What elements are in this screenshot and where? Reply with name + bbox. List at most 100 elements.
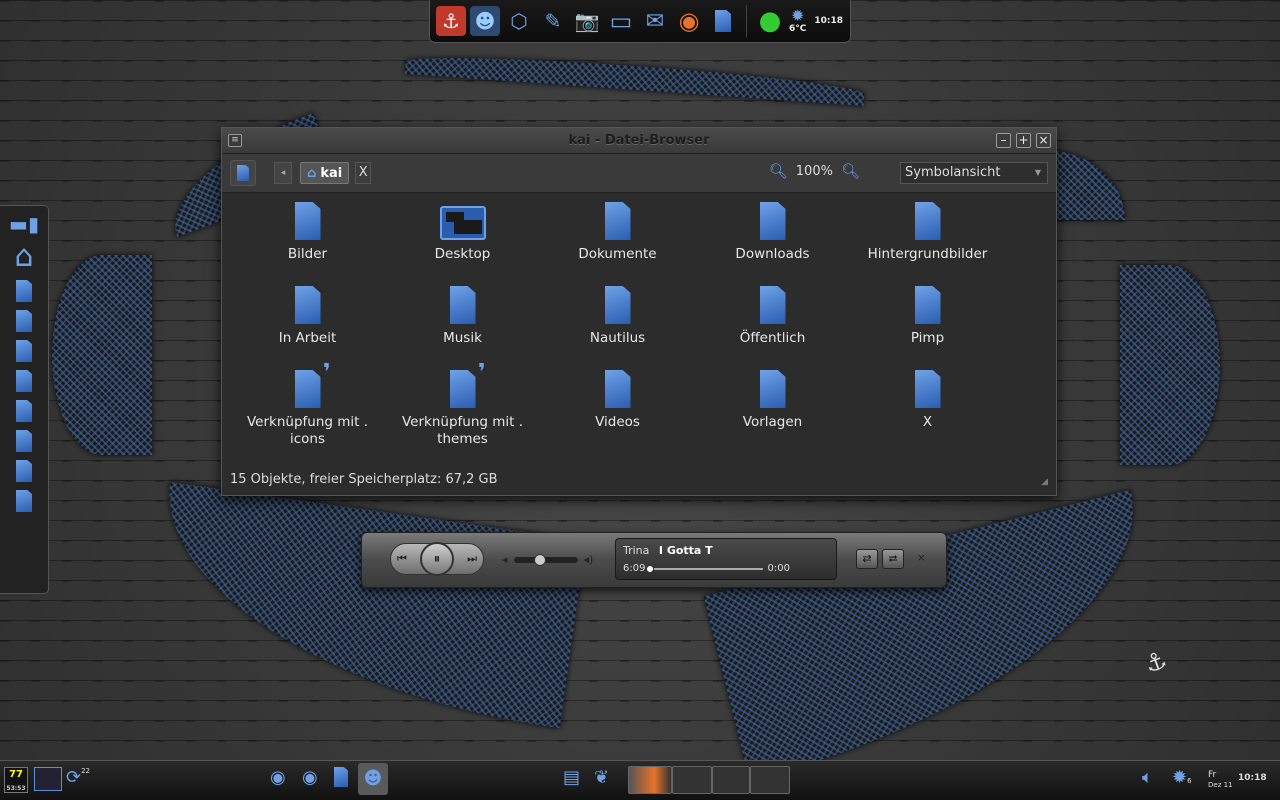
zoom-level: 100% — [795, 163, 833, 179]
weather-widget[interactable]: ✹ 6°C — [789, 8, 807, 35]
task-thumbnail-window[interactable] — [712, 766, 750, 794]
file-label: Öffentlich — [739, 330, 806, 346]
folder-icon[interactable] — [16, 370, 32, 392]
track-artist: Trina — [623, 544, 650, 557]
cpu-monitor[interactable]: 77 53:53 — [4, 767, 28, 793]
file-item[interactable]: X — [850, 364, 1005, 464]
folder-icon — [449, 286, 476, 324]
file-item[interactable]: Hintergrundbilder — [850, 196, 1005, 276]
camera-icon[interactable]: 📷 — [572, 6, 602, 36]
mail-icon[interactable]: ✉ — [640, 6, 670, 36]
breadcrumb-close-button[interactable]: X — [355, 162, 372, 184]
taskbar-gnome-icon[interactable]: ❦ — [594, 767, 609, 788]
system-graph[interactable] — [34, 767, 62, 791]
breadcrumb-home[interactable]: ⌂ kai — [300, 162, 350, 184]
shuffle-button[interactable]: ⇄ — [856, 549, 878, 569]
folder-icon — [759, 202, 786, 240]
symlink-arrow-icon: ❜ — [477, 360, 486, 385]
document-shape-icon — [715, 10, 731, 32]
volume-knob[interactable] — [533, 553, 546, 566]
window-menu-icon[interactable]: ≡ — [228, 134, 242, 147]
file-label: Verknüpfung mit . icons — [246, 414, 369, 447]
file-item[interactable]: ❜ Verknüpfung mit . themes — [385, 360, 540, 464]
taskbar-files-icon[interactable]: ▤ — [563, 767, 580, 788]
close-button[interactable]: × — [1036, 133, 1051, 148]
breadcrumb-back-button[interactable]: ◂ — [274, 162, 292, 184]
dock-divider — [746, 5, 747, 37]
places-button[interactable] — [230, 160, 256, 186]
folder-icon[interactable] — [16, 310, 32, 332]
weather-temp: 6°C — [789, 24, 807, 34]
seek-bar[interactable] — [646, 564, 764, 573]
folder-icon[interactable] — [16, 340, 32, 362]
folder-icon[interactable] — [16, 400, 32, 422]
file-label: Nautilus — [589, 330, 646, 346]
pause-button[interactable]: ⏸ — [420, 542, 454, 576]
desktop-folder-icon — [439, 206, 486, 240]
file-label: X — [922, 414, 933, 430]
minimize-button[interactable]: – — [996, 133, 1011, 148]
next-icon[interactable]: ⏭ — [467, 552, 477, 566]
bottom-panel: 77 53:53 ⟳22 ◉ ◉ ☻ ▤ ❦ 🔈︎ ✹6 Fr Dez 11 1… — [0, 760, 1280, 800]
folder-icon[interactable] — [16, 460, 32, 482]
player-close-button[interactable]: × — [917, 551, 926, 564]
firefox-icon[interactable]: ◉ — [674, 6, 704, 36]
repeat-button[interactable]: ⮂ — [882, 549, 904, 569]
folder-icon — [914, 370, 941, 408]
launcher-active-icon[interactable]: ☻ — [358, 763, 388, 795]
file-item[interactable]: Videos — [540, 364, 695, 464]
file-item[interactable]: Desktop — [385, 196, 540, 276]
zoom-controls: 🔍︎ 100% 🔍︎ — [769, 162, 860, 180]
file-item[interactable]: Pimp — [850, 280, 1005, 360]
volume-icon[interactable]: 🔈︎ — [1142, 767, 1153, 788]
mascot-icon[interactable]: ☻ — [470, 6, 500, 36]
maximize-button[interactable]: + — [1016, 133, 1031, 148]
document-icon[interactable] — [708, 6, 738, 36]
file-item[interactable]: Musik — [385, 280, 540, 360]
file-item[interactable]: Vorlagen — [695, 364, 850, 464]
breadcrumb-label: kai — [320, 165, 343, 181]
status-bar: 15 Objekte, freier Speicherplatz: 67,2 G… — [230, 472, 498, 487]
launcher-mascot-icon[interactable]: ◉ — [270, 767, 286, 788]
volume-slider[interactable] — [513, 553, 578, 566]
bottom-clock[interactable]: 10:18 — [1238, 773, 1267, 783]
resize-grip-icon[interactable]: ◢ — [1041, 477, 1048, 487]
folder-icon — [604, 202, 631, 240]
file-label: Musik — [443, 330, 482, 346]
folder-icon[interactable] — [16, 490, 32, 512]
remaining-time: 0:00 — [767, 563, 790, 574]
cube-icon[interactable]: ⬡ — [504, 6, 534, 36]
status-orb-icon[interactable]: ● — [755, 6, 785, 36]
task-thumbnail-firefox[interactable] — [628, 766, 672, 794]
file-item[interactable]: Dokumente — [540, 196, 695, 276]
home-icon[interactable]: ⌂ — [14, 242, 33, 272]
folder-icon[interactable] — [16, 280, 32, 302]
monitor-icon[interactable]: ▬▮ — [9, 214, 39, 234]
date-widget[interactable]: Fr Dez 11 — [1208, 770, 1233, 790]
folder-icon[interactable] — [16, 430, 32, 452]
task-thumbnail-player[interactable] — [672, 766, 712, 794]
update-icon[interactable]: ⟳22 — [66, 767, 90, 788]
view-mode-select[interactable]: Symbolansicht ▼ — [900, 162, 1048, 184]
file-item[interactable]: ❜ Verknüpfung mit . icons — [230, 360, 385, 464]
launcher-firefox-icon[interactable]: ◉ — [302, 767, 318, 788]
zoom-out-icon[interactable]: 🔍︎ — [769, 162, 788, 180]
task-thumbnail-window[interactable] — [750, 766, 790, 794]
anchor-icon[interactable]: ⚓ — [436, 6, 466, 36]
folder-icon — [914, 286, 941, 324]
view-mode-value: Symbolansicht — [905, 165, 1001, 180]
file-item[interactable]: Nautilus — [540, 280, 695, 360]
launcher-document-icon[interactable] — [334, 767, 348, 792]
gimp-icon[interactable]: ✎ — [538, 6, 568, 36]
previous-icon[interactable]: ⏮ — [397, 552, 407, 566]
file-item[interactable]: In Arbeit — [230, 280, 385, 360]
weather-icon[interactable]: ✹6 — [1172, 767, 1192, 788]
seek-knob[interactable] — [646, 564, 655, 573]
screen-icon[interactable]: ▭ — [606, 6, 636, 36]
file-item[interactable]: Bilder — [230, 196, 385, 276]
zoom-in-icon[interactable]: 🔍︎ — [841, 162, 860, 180]
file-item[interactable]: Downloads — [695, 196, 850, 276]
places-icon — [237, 165, 249, 181]
file-item[interactable]: Öffentlich — [695, 280, 850, 360]
window-titlebar[interactable]: ≡ kai - Datei-Browser – + × — [222, 128, 1056, 154]
